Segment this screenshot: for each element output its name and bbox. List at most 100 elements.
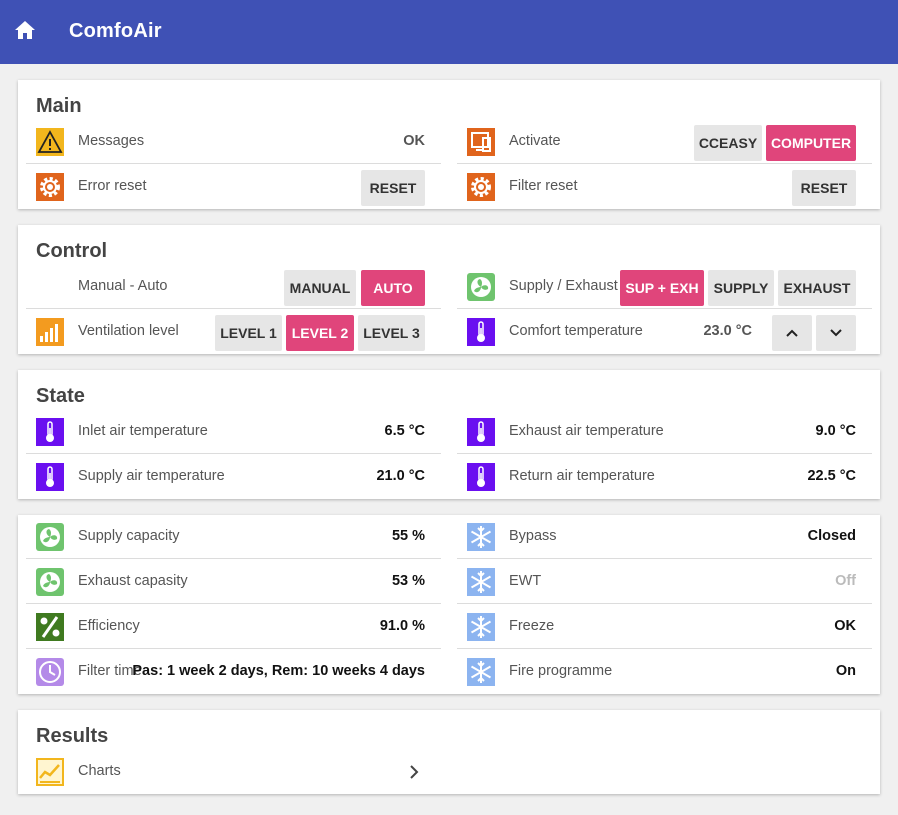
temperature-down-button[interactable] [816,315,856,351]
activate-label: Activate [509,133,561,149]
snowflake-icon [467,523,495,551]
exhaust-air-value: 9.0 °C [815,423,856,439]
clock-icon [36,658,64,686]
exhaust-capacity-label: Exhaust capasity [78,573,188,589]
supply-capacity-value: 55 % [391,528,425,544]
freeze-row: Freeze OK [457,605,872,649]
return-air-value: 22.5 °C [807,468,856,484]
supply-capacity-label: Supply capacity [78,528,180,544]
home-icon[interactable] [14,20,36,40]
freeze-label: Freeze [509,618,555,634]
activate-computer-button[interactable]: COMPUTER [766,125,856,161]
level-2-button[interactable]: LEVEL 2 [286,315,354,351]
temperature-up-button[interactable] [772,315,812,351]
sup-exh-button[interactable]: SUP + EXH [620,270,704,306]
fan-icon [36,523,64,551]
thermometer-icon [467,318,495,346]
percent-icon [36,613,64,641]
ventilation-level-row: Ventilation level LEVEL 1 LEVEL 2 LEVEL … [26,310,441,354]
comfort-temperature-value: 23.0 °C [703,323,752,339]
filter-reset-button[interactable]: RESET [792,170,856,206]
signal-bars-icon [36,318,64,346]
comfort-temperature-label: Comfort temperature [509,323,643,339]
level-1-button[interactable]: LEVEL 1 [215,315,282,351]
computer-icon [467,128,495,156]
thermometer-icon [467,418,495,446]
thermometer-icon [36,418,64,446]
efficiency-label: Efficiency [78,618,140,634]
state-title: State [36,385,85,407]
ewt-row: EWT Off [457,560,872,604]
charts-row[interactable]: Charts [26,750,441,794]
exhaust-button[interactable]: EXHAUST [778,270,856,306]
filter-reset-label: Filter reset [509,178,578,194]
return-air-row: Return air temperature 22.5 °C [457,455,872,499]
manual-auto-label: Manual - Auto [78,278,168,294]
manual-button[interactable]: MANUAL [284,270,356,306]
efficiency-value: 91.0 % [379,618,425,634]
inlet-air-value: 6.5 °C [384,423,425,439]
error-reset-label: Error reset [78,178,147,194]
chevron-right-icon [410,765,419,779]
control-title: Control [36,240,108,262]
manual-auto-row: Manual - Auto MANUAL AUTO [26,265,441,309]
messages-row: Messages OK [26,120,441,164]
error-reset-button[interactable]: RESET [361,170,425,206]
error-reset-row: Error reset RESET [26,165,441,209]
return-air-label: Return air temperature [509,468,655,484]
snowflake-icon [467,568,495,596]
supply-air-label: Supply air temperature [78,468,225,484]
bypass-label: Bypass [509,528,557,544]
inlet-air-label: Inlet air temperature [78,423,208,439]
fire-programme-value: On [835,663,856,679]
ewt-label: EWT [509,573,542,589]
fan-icon [467,273,495,301]
activate-row: Activate CCEASY COMPUTER [457,120,872,164]
gear-icon [36,173,64,201]
comfort-temperature-row: Comfort temperature 23.0 °C [457,310,872,354]
gear-icon [467,173,495,201]
freeze-value: OK [834,618,856,634]
thermometer-icon [36,463,64,491]
fire-programme-label: Fire programme [509,663,613,679]
inlet-air-row: Inlet air temperature 6.5 °C [26,410,441,454]
control-card: Control Manual - Auto MANUAL AUTO Ventil… [18,225,880,354]
exhaust-capacity-row: Exhaust capasity 53 % [26,560,441,604]
filter-time-value: Pas: 1 week 2 days, Rem: 10 weeks 4 days [132,663,425,679]
chevron-down-icon [830,329,842,337]
bypass-row: Bypass Closed [457,515,872,559]
results-card: Results Charts [18,710,880,794]
supply-capacity-row: Supply capacity 55 % [26,515,441,559]
messages-value: OK [403,133,425,149]
activate-cceasy-button[interactable]: CCEASY [694,125,762,161]
exhaust-capacity-value: 53 % [391,573,425,589]
results-title: Results [36,725,109,747]
fan-icon [36,568,64,596]
status-card: Supply capacity 55 % Exhaust capasity 53… [18,515,880,694]
fire-programme-row: Fire programme On [457,650,872,694]
snowflake-icon [467,613,495,641]
charts-label: Charts [78,763,121,779]
supply-air-value: 21.0 °C [376,468,425,484]
supply-exhaust-row: Supply / Exhaust SUP + EXH SUPPLY EXHAUS… [457,265,872,309]
bypass-value: Closed [807,528,856,544]
state-card: State Inlet air temperature 6.5 °C Suppl… [18,370,880,499]
level-3-button[interactable]: LEVEL 3 [358,315,425,351]
ventilation-level-label: Ventilation level [78,323,179,339]
snowflake-icon [467,658,495,686]
filter-reset-row: Filter reset RESET [457,165,872,209]
supply-air-row: Supply air temperature 21.0 °C [26,455,441,499]
main-card: Main Messages OK Error reset RESET Activ… [18,80,880,209]
auto-button[interactable]: AUTO [361,270,425,306]
supply-button[interactable]: SUPPLY [708,270,774,306]
efficiency-row: Efficiency 91.0 % [26,605,441,649]
exhaust-air-row: Exhaust air temperature 9.0 °C [457,410,872,454]
messages-label: Messages [78,133,145,149]
supply-exhaust-label: Supply / Exhaust [509,278,618,294]
main-title: Main [36,95,82,117]
exhaust-air-label: Exhaust air temperature [509,423,664,439]
thermometer-icon [467,463,495,491]
chart-icon [36,758,64,786]
ewt-value: Off [835,573,856,589]
filter-time-row: Filter time Pas: 1 week 2 days, Rem: 10 … [26,650,441,694]
